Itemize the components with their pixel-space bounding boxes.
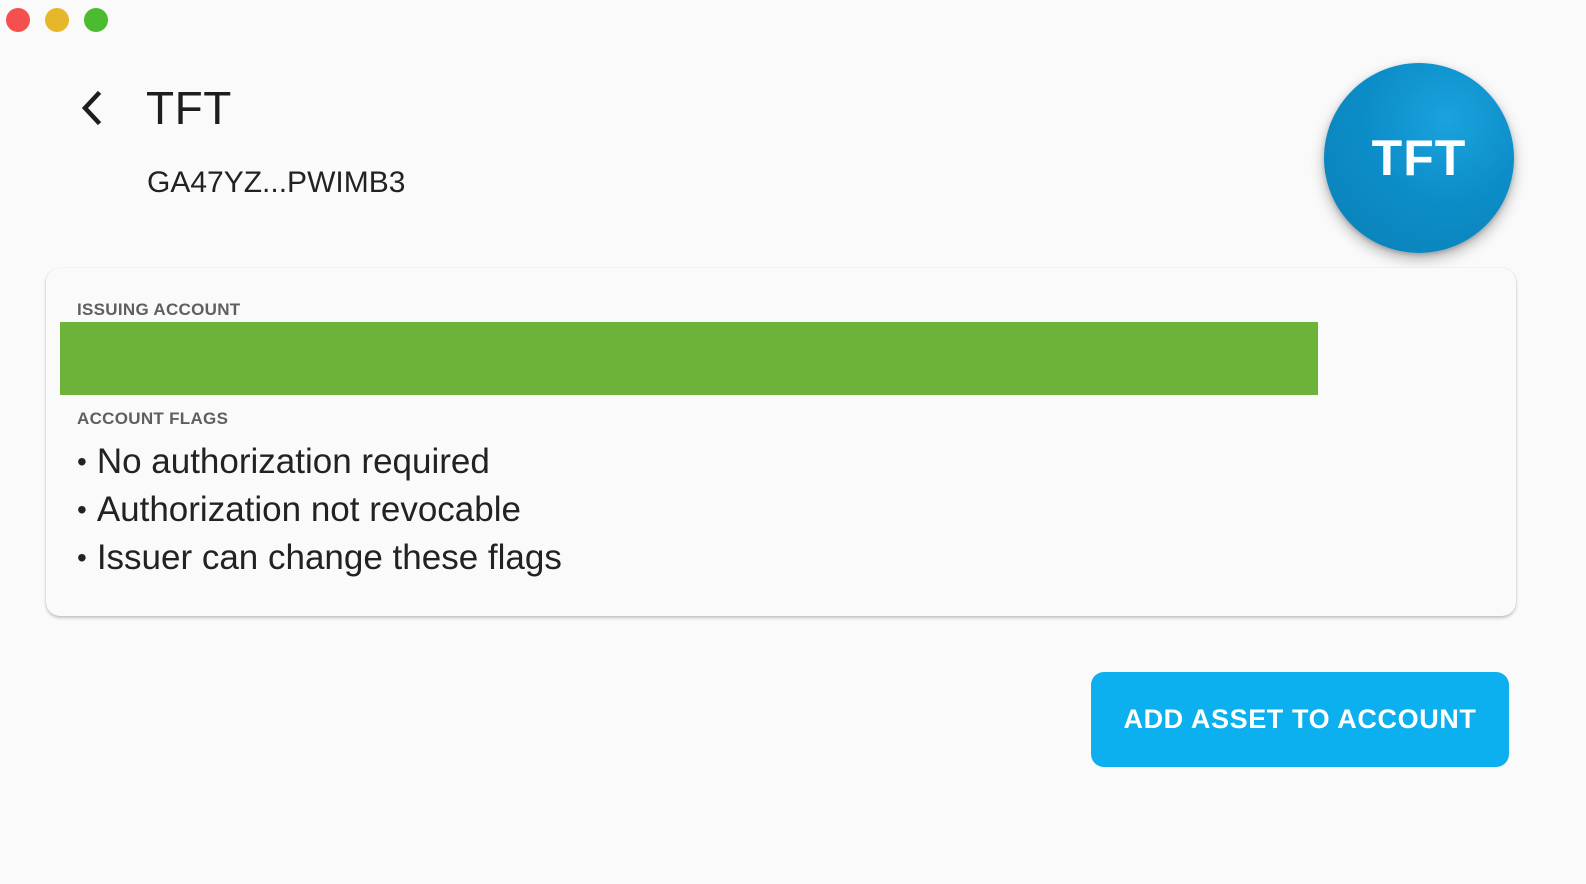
list-item: • Issuer can change these flags bbox=[77, 534, 562, 582]
issuer-address: GA47YZ...PWIMB3 bbox=[147, 166, 406, 199]
asset-logo: TFT bbox=[1324, 63, 1514, 253]
window-minimize-button[interactable] bbox=[45, 8, 69, 32]
flag-text: Authorization not revocable bbox=[96, 490, 521, 529]
window-maximize-button[interactable] bbox=[84, 8, 108, 32]
issuing-account-value[interactable] bbox=[60, 322, 1318, 395]
add-asset-button[interactable]: ADD ASSET TO ACCOUNT bbox=[1091, 672, 1509, 767]
flag-text: No authorization required bbox=[96, 442, 490, 481]
bullet-icon: • bbox=[77, 446, 87, 477]
list-item: • Authorization not revocable bbox=[77, 486, 562, 534]
chevron-left-icon bbox=[81, 90, 102, 126]
back-button[interactable] bbox=[70, 86, 114, 130]
account-flags-list: • No authorization required • Authorizat… bbox=[77, 438, 562, 582]
bullet-icon: • bbox=[77, 542, 87, 573]
bullet-icon: • bbox=[77, 494, 87, 525]
app-window: TFT GA47YZ...PWIMB3 TFT ISSUING ACCOUNT … bbox=[0, 0, 1586, 884]
window-close-button[interactable] bbox=[6, 8, 30, 32]
issuing-account-label: ISSUING ACCOUNT bbox=[77, 300, 241, 319]
flag-text: Issuer can change these flags bbox=[96, 538, 562, 577]
asset-details-card: ISSUING ACCOUNT ACCOUNT FLAGS • No autho… bbox=[46, 268, 1516, 616]
window-controls bbox=[6, 8, 108, 32]
page-title: TFT bbox=[146, 82, 232, 134]
account-flags-label: ACCOUNT FLAGS bbox=[77, 409, 229, 428]
asset-logo-text: TFT bbox=[1371, 130, 1467, 186]
list-item: • No authorization required bbox=[77, 438, 562, 486]
